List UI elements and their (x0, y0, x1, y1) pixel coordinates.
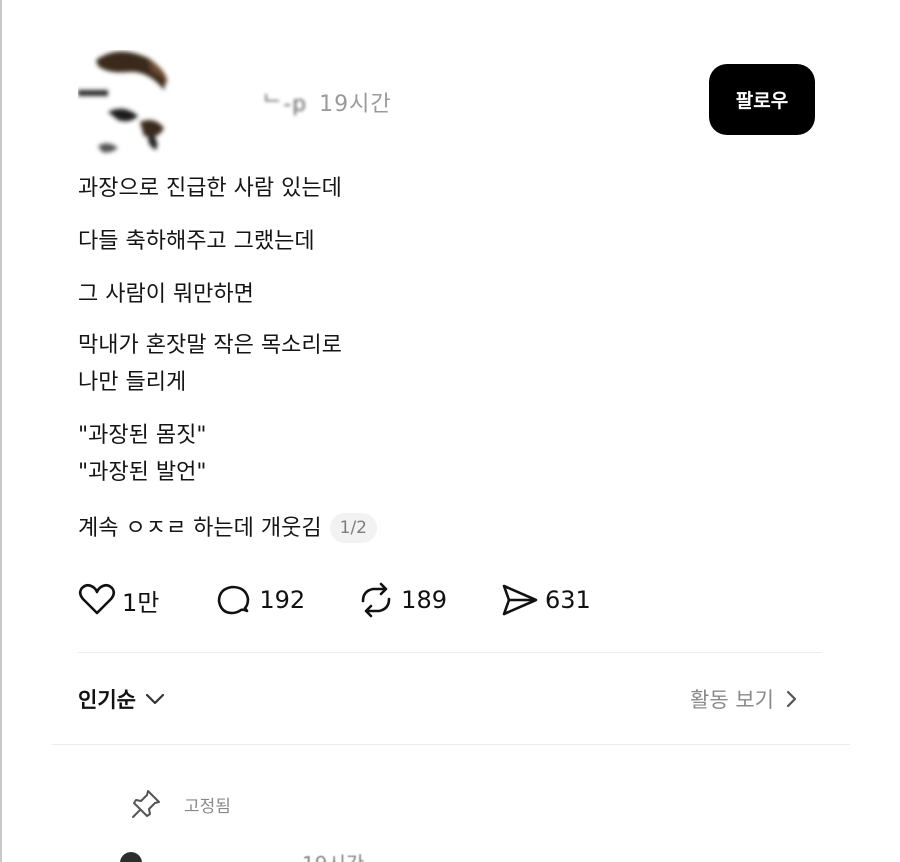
share-button[interactable]: 631 (499, 579, 591, 621)
follow-button[interactable]: 팔로우 (709, 64, 815, 135)
next-comment-preview[interactable]: 19시간 (112, 844, 372, 862)
window-edge (0, 0, 2, 862)
heart-icon (78, 583, 116, 615)
like-count: 1만 (122, 588, 160, 617)
sort-dropdown[interactable]: 인기순 (78, 684, 168, 714)
action-bar: 1만 192 189 631 (76, 580, 641, 620)
view-activity-link[interactable]: 활동 보기 (690, 684, 802, 714)
comment-bubble-icon (218, 585, 250, 615)
post-line: "과장된 발언" (78, 460, 207, 485)
commenter-avatar[interactable] (120, 852, 142, 862)
comment-time: 19시간 (302, 848, 364, 862)
pin-icon (132, 790, 160, 818)
chevron-down-icon (145, 693, 165, 705)
avatar-image (78, 51, 168, 153)
repost-button[interactable]: 189 (355, 579, 447, 621)
share-count: 631 (544, 586, 591, 614)
post-line: 나만 들리게 (78, 370, 187, 395)
sort-label: 인기순 (78, 688, 136, 712)
post-line: 다들 축하해주고 그랬는데 (78, 229, 315, 254)
activity-label: 활동 보기 (690, 688, 774, 712)
post-line: 과장으로 진급한 사람 있는데 (78, 176, 342, 201)
post-line: 막내가 혼잣말 작은 목소리로 (78, 333, 342, 358)
post-line: "과장된 몸짓" (78, 423, 207, 448)
post-time: 19시간 (319, 92, 392, 117)
repost-icon (361, 582, 391, 618)
post-line: 그 사람이 뭐만하면 (78, 282, 254, 307)
avatar[interactable] (78, 50, 174, 162)
page-indicator: 1/2 (329, 513, 377, 543)
comment-button[interactable]: 192 (213, 579, 305, 621)
chevron-right-icon (786, 690, 797, 708)
username[interactable]: ᄂ-p (262, 92, 307, 117)
pinned-indicator: 고정됨 (128, 786, 231, 822)
divider (52, 744, 850, 745)
send-icon (502, 584, 538, 616)
post-line: 계속 ㅇㅈㄹ 하는데 개웃김 (78, 516, 322, 541)
like-button[interactable]: 1만 (76, 579, 159, 621)
divider (78, 652, 822, 653)
comment-count: 192 (259, 586, 306, 614)
repost-count: 189 (401, 586, 447, 614)
pinned-label: 고정됨 (184, 796, 231, 817)
post-meta: ᄂ-p 19시간 (262, 86, 392, 118)
post-line-last: 계속 ㅇㅈㄹ 하는데 개웃김 1/2 (78, 513, 377, 543)
